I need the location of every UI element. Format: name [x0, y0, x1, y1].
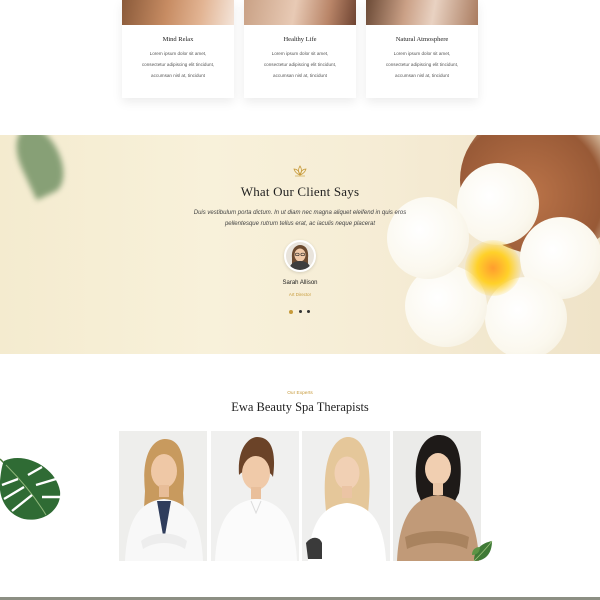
service-image — [122, 0, 234, 25]
lotus-icon — [293, 165, 307, 177]
description-line: accumsan nisl at, tincidunt — [273, 73, 327, 78]
client-photo — [286, 242, 314, 270]
description-line: Lorem ipsum dolor sit amet, — [393, 51, 451, 56]
description-line: Lorem ipsum dolor sit amet, — [271, 51, 329, 56]
service-title: Natural Atmosphere — [395, 36, 449, 43]
quote-line: Duis vestibulum porta dictum. In ut diam… — [193, 210, 407, 216]
therapist-portrait — [397, 435, 479, 561]
quote-line: pellentesque rutrum tellus erat, ac iacu… — [224, 221, 376, 227]
service-description: Lorem ipsum dolor sit amet, consectetur … — [366, 48, 478, 81]
description-line: consectetur adipiscing elit tincidunt, — [263, 62, 337, 67]
therapists-section: Our Experts Ewa Beauty Spa Therapists — [0, 354, 600, 600]
carousel-dots — [289, 309, 313, 316]
therapist-photo-1[interactable] — [119, 431, 207, 561]
service-title: Healthy Life — [283, 36, 317, 43]
testimonial-section: What Our Client Says Duis vestibulum por… — [0, 135, 600, 354]
monstera-leaf-icon — [0, 457, 61, 520]
therapist-portrait — [306, 437, 386, 561]
service-image — [366, 0, 478, 25]
service-card-mind-relax[interactable]: Mind Relax Lorem ipsum dolor sit amet, c… — [122, 0, 234, 98]
section-eyebrow: Our Experts — [287, 391, 313, 396]
services-section: Mind Relax Lorem ipsum dolor sit amet, c… — [0, 0, 600, 135]
description-line: accumsan nisl at, tincidunt — [395, 73, 449, 78]
service-description: Lorem ipsum dolor sit amet, consectetur … — [122, 48, 234, 81]
service-title: Mind Relax — [162, 36, 194, 43]
therapist-portrait — [215, 437, 297, 561]
carousel-dot-2[interactable] — [299, 310, 302, 313]
section-title: Ewa Beauty Spa Therapists — [231, 400, 369, 414]
carousel-dot-1[interactable] — [289, 309, 293, 314]
service-image — [244, 0, 356, 25]
service-card-healthy-life[interactable]: Healthy Life Lorem ipsum dolor sit amet,… — [244, 0, 356, 98]
therapist-portrait — [125, 439, 203, 561]
description-line: Lorem ipsum dolor sit amet, — [149, 51, 207, 56]
client-name: Sarah Allison — [282, 280, 318, 286]
description-line: accumsan nisl at, tincidunt — [151, 73, 205, 78]
carousel-dot-3[interactable] — [307, 310, 310, 313]
testimonial-quote: Duis vestibulum porta dictum. In ut diam… — [175, 208, 425, 230]
therapist-photo-4[interactable] — [393, 431, 481, 561]
service-description: Lorem ipsum dolor sit amet, consectetur … — [244, 48, 356, 81]
client-role: Art Director — [288, 292, 312, 297]
small-leaf-icon — [472, 540, 493, 562]
client-avatar — [284, 240, 316, 272]
flower-center — [465, 240, 521, 296]
service-card-natural-atmosphere[interactable]: Natural Atmosphere Lorem ipsum dolor sit… — [366, 0, 478, 98]
testimonial-title: What Our Client Says — [240, 184, 360, 199]
description-line: consectetur adipiscing elit tincidunt, — [385, 62, 459, 67]
description-line: consectetur adipiscing elit tincidunt, — [141, 62, 215, 67]
therapist-photo-2[interactable] — [211, 431, 299, 561]
therapist-photo-3[interactable] — [302, 431, 390, 561]
flower-petal — [457, 163, 539, 245]
